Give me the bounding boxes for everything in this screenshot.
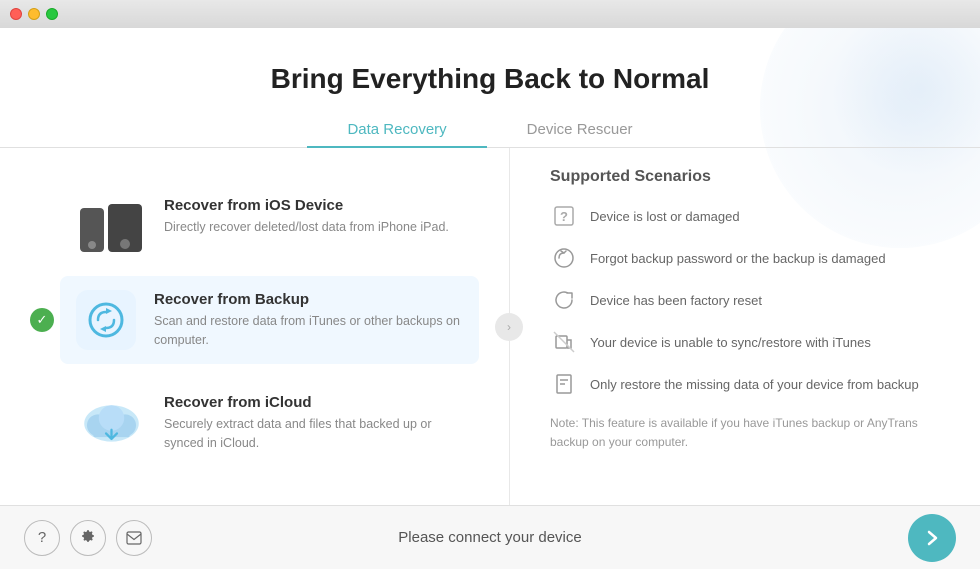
title-bar [0,0,980,28]
icloud-item-desc: Securely extract data and files that bac… [164,415,463,453]
recover-icloud-item[interactable]: Recover from iCloud Securely extract dat… [60,374,479,472]
bottom-icons: ? [24,520,152,556]
help-button[interactable]: ? [24,520,60,556]
selected-check-icon: ✓ [30,308,54,332]
scenario-missing-text: Only restore the missing data of your de… [590,377,919,392]
phone-shape [80,208,104,252]
mail-icon [126,531,142,545]
sync-broken-icon [550,328,578,356]
scenario-item-missing: Only restore the missing data of your de… [550,370,950,398]
scenario-item-backup: Forgot backup password or the backup is … [550,244,950,272]
maximize-button[interactable] [46,8,58,20]
scenario-item-reset: Device has been factory reset [550,286,950,314]
ios-item-desc: Directly recover deleted/lost data from … [164,218,449,237]
panel-arrow-icon: › [495,313,523,341]
tabs: Data Recovery Device Rescuer [0,113,980,148]
ios-item-title: Recover from iOS Device [164,197,449,214]
icloud-item-text: Recover from iCloud Securely extract dat… [164,394,463,453]
settings-button[interactable] [70,520,106,556]
left-panel: Recover from iOS Device Directly recover… [0,148,510,505]
gear-icon [80,530,96,546]
main-window: Bring Everything Back to Normal Data Rec… [0,28,980,569]
page-title: Bring Everything Back to Normal [0,63,980,95]
scenario-backup-text: Forgot backup password or the backup is … [590,251,886,266]
next-button[interactable] [908,514,956,562]
arrow-right-icon [922,528,942,548]
scenario-sync-text: Your device is unable to sync/restore wi… [590,335,871,350]
right-panel: Supported Scenarios ? Device is lost or … [510,148,980,505]
backup-icon [76,290,136,350]
tablet-shape [108,204,142,252]
recover-ios-item[interactable]: Recover from iOS Device Directly recover… [60,168,479,266]
reset-icon [550,286,578,314]
help-icon: ? [38,529,46,546]
scenarios-title: Supported Scenarios [550,168,950,186]
tab-data-recovery[interactable]: Data Recovery [307,113,486,148]
backup-item-desc: Scan and restore data from iTunes or oth… [154,312,463,350]
tab-device-rescuer[interactable]: Device Rescuer [487,113,673,148]
traffic-lights [10,8,58,20]
recover-backup-item[interactable]: ✓ Recover from Backup Scan and restore d… [60,276,479,364]
scenario-lost-text: Device is lost or damaged [590,209,740,224]
scenario-item-sync: Your device is unable to sync/restore wi… [550,328,950,356]
backup-broken-icon [550,244,578,272]
restore-partial-icon [550,370,578,398]
scenario-item-lost: ? Device is lost or damaged [550,202,950,230]
backup-item-title: Recover from Backup [154,291,463,308]
icloud-icon [76,388,146,458]
ios-device-icon [76,182,146,252]
header: Bring Everything Back to Normal Data Rec… [0,28,980,148]
ios-item-text: Recover from iOS Device Directly recover… [164,197,449,237]
scenario-note: Note: This feature is available if you h… [550,414,950,452]
content-area: Recover from iOS Device Directly recover… [0,148,980,505]
status-text: Please connect your device [398,529,581,546]
mail-button[interactable] [116,520,152,556]
scenario-reset-text: Device has been factory reset [590,293,762,308]
close-button[interactable] [10,8,22,20]
bottom-bar: ? Please connect your device [0,505,980,569]
backup-item-text: Recover from Backup Scan and restore dat… [154,291,463,350]
minimize-button[interactable] [28,8,40,20]
icloud-item-title: Recover from iCloud [164,394,463,411]
question-box-icon: ? [550,202,578,230]
svg-text:?: ? [560,209,568,224]
